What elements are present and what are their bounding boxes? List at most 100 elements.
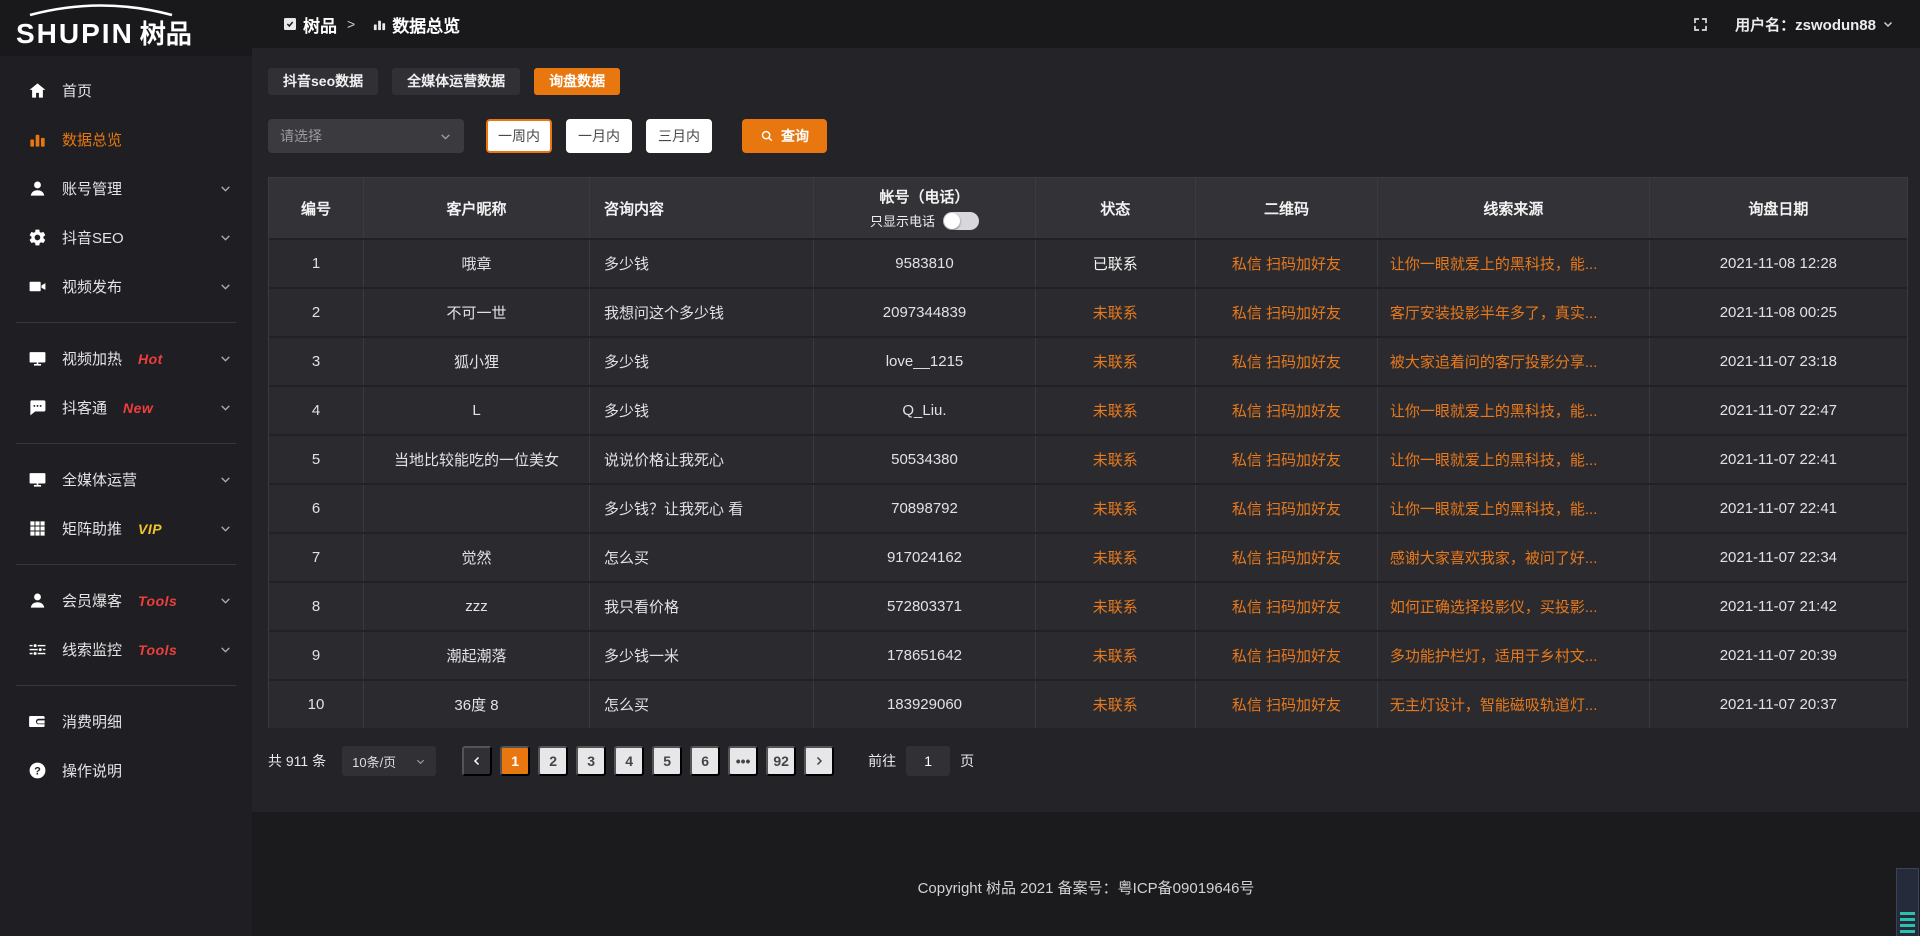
period-button[interactable]: 一周内 xyxy=(486,119,552,153)
breadcrumb-root[interactable]: 树品 xyxy=(303,12,337,37)
question-icon: ? xyxy=(28,761,47,780)
sidebar-item-label: 消费明细 xyxy=(62,711,122,732)
qrcode-link[interactable]: 私信 扫码加好友 xyxy=(1196,583,1378,630)
chevron-left-icon xyxy=(471,755,483,767)
status-badge: 未联系 xyxy=(1036,387,1197,434)
tab-active[interactable]: 询盘数据 xyxy=(534,68,620,95)
cell-nickname: 哦章 xyxy=(364,240,590,287)
cell-account: 572803371 xyxy=(814,583,1035,630)
period-button[interactable]: 一月内 xyxy=(566,119,632,153)
sidebar-item[interactable]: 线索监控Tools xyxy=(0,625,252,674)
fullscreen-icon[interactable] xyxy=(1692,16,1709,33)
sidebar-item-label: 数据总览 xyxy=(62,129,122,150)
logo-text-cn: 树品 xyxy=(140,19,192,49)
chat-icon xyxy=(28,398,47,417)
floating-widget[interactable] xyxy=(1896,868,1919,936)
filter-select[interactable]: 请选择 xyxy=(268,119,464,153)
table-row: 3狐小狸多少钱love__1215未联系私信 扫码加好友被大家追着问的客厅投影分… xyxy=(269,336,1907,385)
qrcode-link[interactable]: 私信 扫码加好友 xyxy=(1196,387,1378,434)
widget-bar xyxy=(1900,918,1915,921)
cell-content: 多少钱 xyxy=(590,240,814,287)
period-button[interactable]: 三月内 xyxy=(646,119,712,153)
qrcode-link[interactable]: 私信 扫码加好友 xyxy=(1196,240,1378,287)
sidebar-item[interactable]: 会员爆客Tools xyxy=(0,576,252,625)
table-row: 1哦章多少钱9583810已联系私信 扫码加好友让你一眼就爱上的黑科技，能...… xyxy=(269,238,1907,287)
sidebar-item[interactable]: ?操作说明 xyxy=(0,746,252,795)
page-button[interactable]: 1 xyxy=(500,746,530,776)
user-menu[interactable]: 用户名：zswodun88 xyxy=(1735,14,1894,35)
cell-account: 70898792 xyxy=(814,485,1035,532)
sidebar-item-label: 抖音SEO xyxy=(62,227,124,248)
sidebar-item[interactable]: 首页 xyxy=(0,66,252,115)
copyright-text: Copyright 树品 2021 备案号：粤ICP备09019646号 xyxy=(918,877,1255,898)
breadcrumb: 树品 > 数据总览 xyxy=(282,12,460,37)
qrcode-link[interactable]: 私信 扫码加好友 xyxy=(1196,632,1378,679)
cell-account: 183929060 xyxy=(814,681,1035,728)
qrcode-link[interactable]: 私信 扫码加好友 xyxy=(1196,289,1378,336)
sidebar-item-label: 全媒体运营 xyxy=(62,469,137,490)
goto-page-input[interactable] xyxy=(906,746,950,776)
source-link[interactable]: 无主灯设计，智能磁吸轨道灯... xyxy=(1378,681,1650,728)
cell-account: love__1215 xyxy=(814,338,1035,385)
sidebar-item[interactable]: 抖音SEO xyxy=(0,213,252,262)
qrcode-link[interactable]: 私信 扫码加好友 xyxy=(1196,436,1378,483)
page-button[interactable]: 5 xyxy=(652,746,682,776)
source-link[interactable]: 让你一眼就爱上的黑科技，能... xyxy=(1378,387,1650,434)
source-link[interactable]: 被大家追着问的客厅投影分享... xyxy=(1378,338,1650,385)
sidebar-item-label: 线索监控 xyxy=(62,639,122,660)
page-size-select[interactable]: 10条/页 xyxy=(342,746,436,776)
chevron-right-icon xyxy=(813,755,825,767)
table-row: 7觉然怎么买917024162未联系私信 扫码加好友感谢大家喜欢我家，被问了好.… xyxy=(269,532,1907,581)
cell-nickname: 当地比较能吃的一位美女 xyxy=(364,436,590,483)
page-button[interactable]: 92 xyxy=(766,746,796,776)
widget-bar xyxy=(1900,912,1915,915)
page-button[interactable]: 6 xyxy=(690,746,720,776)
source-link[interactable]: 客厅安装投影半年多了，真实... xyxy=(1378,289,1650,336)
sidebar-item[interactable]: 矩阵助推VIP xyxy=(0,504,252,553)
status-badge: 未联系 xyxy=(1036,289,1197,336)
more-pages-button[interactable]: ••• xyxy=(728,746,758,776)
source-link[interactable]: 让你一眼就爱上的黑科技，能... xyxy=(1378,436,1650,483)
qrcode-link[interactable]: 私信 扫码加好友 xyxy=(1196,681,1378,728)
source-link[interactable]: 多功能护栏灯，适用于乡村文... xyxy=(1378,632,1650,679)
sidebar-item[interactable]: 全媒体运营 xyxy=(0,455,252,504)
qrcode-link[interactable]: 私信 扫码加好友 xyxy=(1196,338,1378,385)
cell-nickname: 不可一世 xyxy=(364,289,590,336)
source-link[interactable]: 感谢大家喜欢我家，被问了好... xyxy=(1378,534,1650,581)
cell-nickname: L xyxy=(364,387,590,434)
gear-icon xyxy=(28,228,47,247)
sidebar-item[interactable]: 视频发布 xyxy=(0,262,252,311)
source-link[interactable]: 让你一眼就爱上的黑科技，能... xyxy=(1378,485,1650,532)
page-button[interactable]: 4 xyxy=(614,746,644,776)
svg-text:?: ? xyxy=(34,765,41,777)
table-row: 1036度 8怎么买183929060未联系私信 扫码加好友无主灯设计，智能磁吸… xyxy=(269,679,1907,728)
period-buttons: 一周内一月内三月内 xyxy=(486,119,712,153)
prev-page-button[interactable] xyxy=(462,746,492,776)
page-button[interactable]: 3 xyxy=(576,746,606,776)
sidebar-item[interactable]: 数据总览 xyxy=(0,115,252,164)
next-page-button[interactable] xyxy=(804,746,834,776)
sidebar-item[interactable]: 账号管理 xyxy=(0,164,252,213)
source-link[interactable]: 如何正确选择投影仪，买投影... xyxy=(1378,583,1650,630)
wallet-icon xyxy=(28,712,47,731)
sidebar-item-label: 首页 xyxy=(62,80,92,101)
column-header-title: 帐号（电话） xyxy=(879,186,969,207)
logo: SHUPIN树品 xyxy=(0,0,252,56)
breadcrumb-current: 数据总览 xyxy=(392,12,460,37)
cell-id: 6 xyxy=(269,485,364,532)
phone-toggle-row: 只显示电话 xyxy=(870,211,979,230)
search-button[interactable]: 查询 xyxy=(742,119,827,153)
tab-item[interactable]: 全媒体运营数据 xyxy=(392,68,520,95)
qrcode-link[interactable]: 私信 扫码加好友 xyxy=(1196,485,1378,532)
sidebar-item[interactable]: 视频加热Hot xyxy=(0,334,252,383)
tab-item[interactable]: 抖音seo数据 xyxy=(268,68,378,95)
table-row: 5当地比较能吃的一位美女说说价格让我死心50534380未联系私信 扫码加好友让… xyxy=(269,434,1907,483)
sidebar-item[interactable]: 消费明细 xyxy=(0,697,252,746)
page-button[interactable]: 2 xyxy=(538,746,568,776)
phone-toggle[interactable] xyxy=(943,212,979,230)
qrcode-link[interactable]: 私信 扫码加好友 xyxy=(1196,534,1378,581)
source-link[interactable]: 让你一眼就爱上的黑科技，能... xyxy=(1378,240,1650,287)
footer: Copyright 树品 2021 备案号：粤ICP备09019646号 xyxy=(252,812,1920,936)
sidebar-menu: 首页数据总览账号管理抖音SEO 视频发布视频加热Hot抖客通New 全媒体运营矩阵助… xyxy=(0,56,252,795)
sidebar-item[interactable]: 抖客通New xyxy=(0,383,252,432)
